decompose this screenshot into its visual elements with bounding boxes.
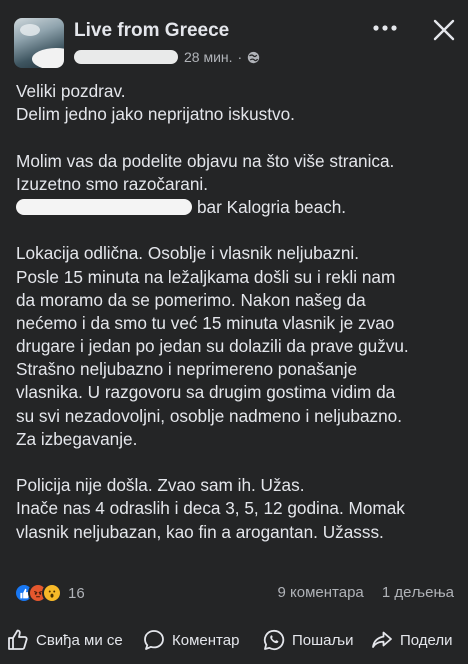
post-line: nećemo i da smo tu već 15 minuta vlasnik…	[16, 312, 395, 333]
comment-button[interactable]: Коментар	[142, 620, 239, 660]
post-line: Posle 15 minuta na ležaljkama došli su i…	[16, 266, 396, 287]
post-stats: 9 коментара 1 дељења	[278, 584, 455, 601]
post-line: Policija nije došla. Zvao sam ih. Užas.	[16, 475, 305, 496]
whatsapp-icon	[263, 629, 285, 651]
shares-count[interactable]: 1 дељења	[382, 584, 454, 601]
page-avatar[interactable]	[14, 18, 64, 68]
send-label: Пошаљи	[292, 631, 354, 649]
post-line: Strašno neljubazno i neprimereno ponašan…	[16, 359, 358, 380]
post-line: Za izbegavanje.	[16, 428, 138, 449]
post-line: su svi nezadovoljni, osoblje nadmeno i n…	[16, 405, 403, 426]
post-line-tail: bar Kalogria beach.	[197, 196, 347, 217]
post-header: Live from Greece 28 мин. ·	[0, 0, 468, 72]
reactions-summary[interactable]: 16	[14, 582, 85, 604]
send-button[interactable]: Пошаљи	[262, 620, 353, 660]
share-label: Подели	[400, 631, 453, 649]
post-line: Inače nas 4 odraslih i deca 3, 5, 12 god…	[16, 498, 405, 519]
thumbs-up-icon	[8, 629, 28, 650]
globe-icon	[248, 51, 260, 63]
post-line: Veliki pozdrav.	[16, 81, 126, 101]
reaction-count: 16	[68, 584, 85, 602]
post-line: Delim jedno jako neprijatno iskustvo.	[16, 104, 295, 125]
post-time[interactable]: 28 мин.	[184, 49, 233, 65]
comments-count[interactable]: 9 коментара	[278, 584, 364, 601]
share-arrow-icon	[372, 631, 392, 648]
post-line: da moramo da se pomerimo. Nakon našeg da	[16, 289, 366, 310]
post-line: Molim vas da podelite objavu na što više…	[16, 150, 395, 171]
comment-label: Коментар	[172, 631, 240, 649]
more-options-icon[interactable]	[370, 16, 400, 40]
action-bar: Свиђа ми се Коментар Пошаљи Подели	[0, 620, 468, 660]
like-button[interactable]: Свиђа ми се	[6, 620, 123, 660]
post-line: vlasnik neljubazan, kao fin a arogantan.…	[16, 521, 384, 542]
close-icon[interactable]	[432, 18, 456, 42]
like-label: Свиђа ми се	[36, 631, 123, 649]
share-button[interactable]: Подели	[370, 620, 453, 660]
post-line-redacted: bar Kalogria beach.	[16, 196, 466, 219]
post-line: drugare i jedan po jedan su dolazili da …	[16, 336, 409, 357]
post-line: Izuzetno smo razočarani.	[16, 173, 209, 194]
comment-icon	[144, 630, 164, 650]
post-line: Lokacija odlična. Osoblje i vlasnik nelj…	[16, 243, 359, 264]
post-meta: 28 мин. ·	[74, 48, 260, 66]
post-line: vlasnika. U razgovoru sa drugim gostima …	[16, 382, 396, 403]
page-name[interactable]: Live from Greece	[74, 20, 229, 42]
redacted-author	[74, 50, 178, 64]
meta-separator: ·	[237, 49, 243, 65]
post-text: Veliki pozdrav. Delim jedno jako neprija…	[16, 80, 466, 544]
redacted-text	[16, 198, 192, 215]
wow-reaction-icon	[42, 583, 62, 603]
